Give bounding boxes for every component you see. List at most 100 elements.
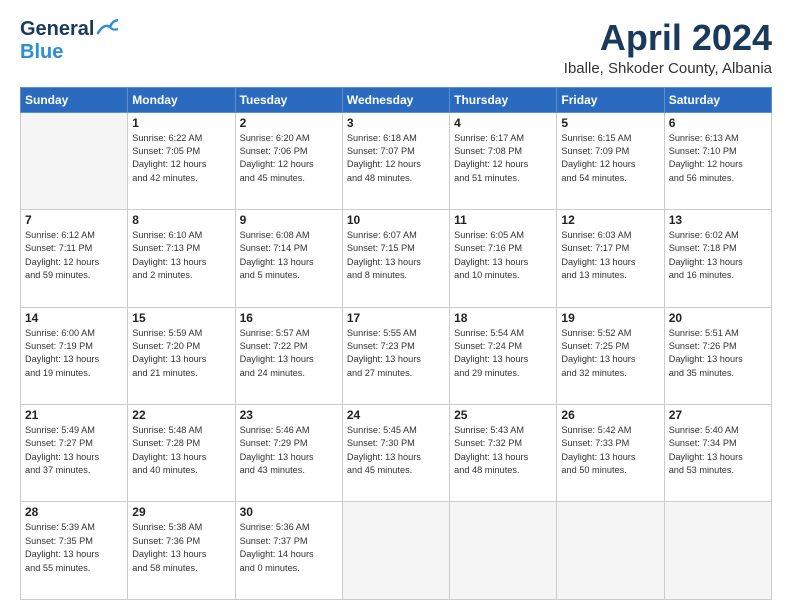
calendar-cell: 1 Sunrise: 6:22 AMSunset: 7:05 PMDaylight… [128, 112, 235, 209]
calendar-cell: 17 Sunrise: 5:55 AMSunset: 7:23 PMDayligh… [342, 307, 449, 404]
day-info: Sunrise: 6:15 AMSunset: 7:09 PMDaylight:… [561, 132, 659, 185]
day-info: Sunrise: 5:39 AMSunset: 7:35 PMDaylight:… [25, 521, 123, 574]
day-info: Sunrise: 5:49 AMSunset: 7:27 PMDaylight:… [25, 424, 123, 477]
day-number: 14 [25, 311, 123, 325]
calendar-cell: 13 Sunrise: 6:02 AMSunset: 7:18 PMDayligh… [664, 210, 771, 307]
day-number: 10 [347, 213, 445, 227]
day-number: 29 [132, 505, 230, 519]
day-number: 4 [454, 116, 552, 130]
day-number: 1 [132, 116, 230, 130]
calendar-week-row-2: 7Sunrise: 6:12 AMSunset: 7:11 PMDaylight… [21, 210, 772, 307]
day-info: Sunrise: 5:57 AMSunset: 7:22 PMDaylight:… [240, 327, 338, 380]
day-number: 20 [669, 311, 767, 325]
logo-blue-text: Blue [20, 41, 63, 64]
calendar-cell: 18 Sunrise: 5:54 AMSunset: 7:24 PMDayligh… [450, 307, 557, 404]
header-tuesday: Tuesday [235, 87, 342, 112]
calendar-cell: 30Sunrise: 5:36 AMSunset: 7:37 PMDayligh… [235, 502, 342, 600]
day-number: 15 [132, 311, 230, 325]
calendar-cell: 10 Sunrise: 6:07 AMSunset: 7:15 PMDayligh… [342, 210, 449, 307]
day-number: 6 [669, 116, 767, 130]
day-number: 22 [132, 408, 230, 422]
day-info: Sunrise: 5:46 AMSunset: 7:29 PMDaylight:… [240, 424, 338, 477]
calendar-cell [450, 502, 557, 600]
day-info: Sunrise: 6:05 AMSunset: 7:16 PMDaylight:… [454, 229, 552, 282]
day-info: Sunrise: 5:48 AMSunset: 7:28 PMDaylight:… [132, 424, 230, 477]
calendar-cell: 25 Sunrise: 5:43 AMSunset: 7:32 PMDayligh… [450, 405, 557, 502]
day-number: 23 [240, 408, 338, 422]
day-info: Sunrise: 6:20 AMSunset: 7:06 PMDaylight:… [240, 132, 338, 185]
day-info: Sunrise: 6:08 AMSunset: 7:14 PMDaylight:… [240, 229, 338, 282]
calendar-week-row-1: 1 Sunrise: 6:22 AMSunset: 7:05 PMDaylight… [21, 112, 772, 209]
day-number: 18 [454, 311, 552, 325]
day-info: Sunrise: 5:43 AMSunset: 7:32 PMDaylight:… [454, 424, 552, 477]
day-number: 17 [347, 311, 445, 325]
calendar-cell: 21 Sunrise: 5:49 AMSunset: 7:27 PMDayligh… [21, 405, 128, 502]
calendar-cell: 4Sunrise: 6:17 AMSunset: 7:08 PMDaylight… [450, 112, 557, 209]
calendar-cell: 15 Sunrise: 5:59 AMSunset: 7:20 PMDayligh… [128, 307, 235, 404]
day-info: Sunrise: 6:07 AMSunset: 7:15 PMDaylight:… [347, 229, 445, 282]
day-number: 27 [669, 408, 767, 422]
calendar-cell: 5 Sunrise: 6:15 AMSunset: 7:09 PMDaylight… [557, 112, 664, 209]
day-number: 28 [25, 505, 123, 519]
day-info: Sunrise: 6:13 AMSunset: 7:10 PMDaylight:… [669, 132, 767, 185]
day-info: Sunrise: 6:10 AMSunset: 7:13 PMDaylight:… [132, 229, 230, 282]
page: General Blue April 2024 Iballe, Shkoder … [0, 0, 792, 612]
day-info: Sunrise: 5:54 AMSunset: 7:24 PMDaylight:… [454, 327, 552, 380]
month-title: April 2024 [564, 18, 772, 58]
header-sunday: Sunday [21, 87, 128, 112]
day-info: Sunrise: 5:40 AMSunset: 7:34 PMDaylight:… [669, 424, 767, 477]
title-section: April 2024 Iballe, Shkoder County, Alban… [564, 18, 772, 77]
day-info: Sunrise: 5:55 AMSunset: 7:23 PMDaylight:… [347, 327, 445, 380]
calendar-table: Sunday Monday Tuesday Wednesday Thursday… [20, 87, 772, 600]
calendar-cell: 24Sunrise: 5:45 AMSunset: 7:30 PMDayligh… [342, 405, 449, 502]
calendar-cell [664, 502, 771, 600]
day-info: Sunrise: 6:03 AMSunset: 7:17 PMDaylight:… [561, 229, 659, 282]
calendar-cell [342, 502, 449, 600]
header-saturday: Saturday [664, 87, 771, 112]
day-info: Sunrise: 6:02 AMSunset: 7:18 PMDaylight:… [669, 229, 767, 282]
calendar-cell: 9 Sunrise: 6:08 AMSunset: 7:14 PMDaylight… [235, 210, 342, 307]
calendar-cell: 8 Sunrise: 6:10 AMSunset: 7:13 PMDaylight… [128, 210, 235, 307]
day-number: 5 [561, 116, 659, 130]
day-number: 9 [240, 213, 338, 227]
day-number: 3 [347, 116, 445, 130]
location: Iballe, Shkoder County, Albania [564, 60, 772, 77]
calendar-week-row-4: 21 Sunrise: 5:49 AMSunset: 7:27 PMDayligh… [21, 405, 772, 502]
day-info: Sunrise: 6:00 AMSunset: 7:19 PMDaylight:… [25, 327, 123, 380]
calendar-cell: 14 Sunrise: 6:00 AMSunset: 7:19 PMDayligh… [21, 307, 128, 404]
day-number: 19 [561, 311, 659, 325]
header: General Blue April 2024 Iballe, Shkoder … [20, 18, 772, 77]
day-info: Sunrise: 5:42 AMSunset: 7:33 PMDaylight:… [561, 424, 659, 477]
day-number: 25 [454, 408, 552, 422]
calendar-cell: 3Sunrise: 6:18 AMSunset: 7:07 PMDaylight… [342, 112, 449, 209]
day-number: 11 [454, 213, 552, 227]
day-number: 21 [25, 408, 123, 422]
calendar-cell: 2Sunrise: 6:20 AMSunset: 7:06 PMDaylight… [235, 112, 342, 209]
day-info: Sunrise: 5:59 AMSunset: 7:20 PMDaylight:… [132, 327, 230, 380]
day-info: Sunrise: 5:36 AMSunset: 7:37 PMDaylight:… [240, 521, 338, 574]
header-thursday: Thursday [450, 87, 557, 112]
day-number: 12 [561, 213, 659, 227]
calendar-cell: 16 Sunrise: 5:57 AMSunset: 7:22 PMDayligh… [235, 307, 342, 404]
day-info: Sunrise: 5:38 AMSunset: 7:36 PMDaylight:… [132, 521, 230, 574]
day-number: 13 [669, 213, 767, 227]
day-info: Sunrise: 5:51 AMSunset: 7:26 PMDaylight:… [669, 327, 767, 380]
logo: General Blue [20, 18, 118, 64]
day-info: Sunrise: 6:22 AMSunset: 7:05 PMDaylight:… [132, 132, 230, 185]
header-friday: Friday [557, 87, 664, 112]
day-number: 8 [132, 213, 230, 227]
calendar-cell: 19Sunrise: 5:52 AMSunset: 7:25 PMDayligh… [557, 307, 664, 404]
calendar-cell: 22 Sunrise: 5:48 AMSunset: 7:28 PMDayligh… [128, 405, 235, 502]
day-number: 16 [240, 311, 338, 325]
calendar-cell: 27 Sunrise: 5:40 AMSunset: 7:34 PMDayligh… [664, 405, 771, 502]
logo-general-text: General [20, 18, 94, 41]
calendar-cell [21, 112, 128, 209]
day-info: Sunrise: 6:12 AMSunset: 7:11 PMDaylight:… [25, 229, 123, 282]
calendar-cell: 28 Sunrise: 5:39 AMSunset: 7:35 PMDayligh… [21, 502, 128, 600]
day-number: 24 [347, 408, 445, 422]
calendar-cell: 29 Sunrise: 5:38 AMSunset: 7:36 PMDayligh… [128, 502, 235, 600]
header-wednesday: Wednesday [342, 87, 449, 112]
weekday-header-row: Sunday Monday Tuesday Wednesday Thursday… [21, 87, 772, 112]
calendar-cell: 6 Sunrise: 6:13 AMSunset: 7:10 PMDaylight… [664, 112, 771, 209]
calendar-cell: 23 Sunrise: 5:46 AMSunset: 7:29 PMDayligh… [235, 405, 342, 502]
